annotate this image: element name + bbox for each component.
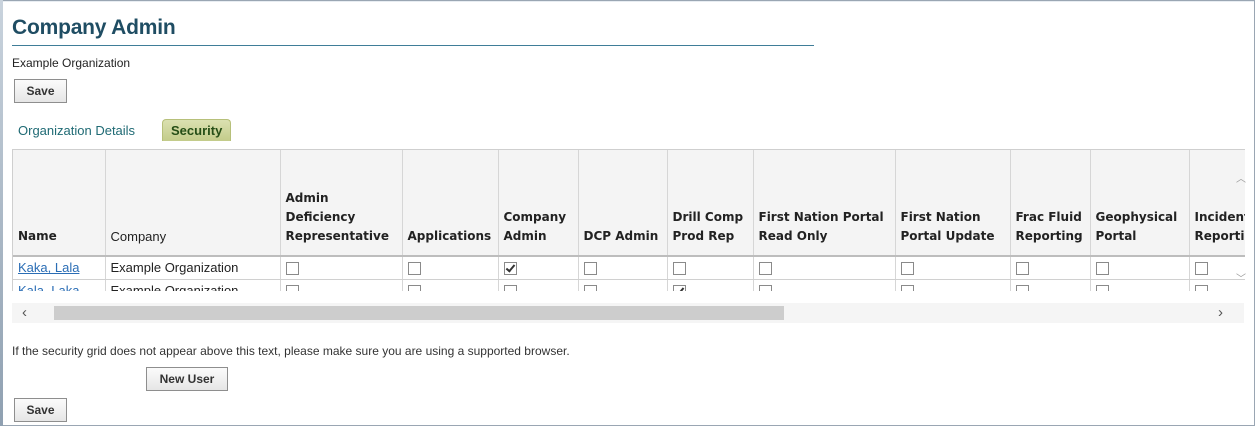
table-row: Kala, Laka Example Organization bbox=[13, 279, 1245, 291]
permission-checkbox-dcp-admin[interactable] bbox=[583, 262, 597, 276]
cell-permission bbox=[280, 256, 403, 280]
permission-checkbox-company-admin[interactable] bbox=[503, 262, 517, 276]
cell-permission bbox=[667, 256, 754, 280]
cell-name: Kala, Laka bbox=[13, 279, 106, 291]
permission-checkbox-frac[interactable] bbox=[1015, 285, 1029, 291]
horizontal-scrollbar[interactable]: ‹ › bbox=[12, 303, 1244, 323]
cell-name: Kaka, Lala bbox=[13, 256, 106, 280]
column-header-admin-def: Admin Deficiency Representative bbox=[280, 150, 403, 257]
column-header-company: Company bbox=[105, 150, 281, 257]
cell-permission bbox=[1010, 279, 1091, 291]
column-header-fn-update: First Nation Portal Update bbox=[895, 150, 1011, 257]
permission-checkbox-fn-update[interactable] bbox=[900, 285, 914, 291]
permission-checkbox-incident[interactable] bbox=[1194, 285, 1208, 291]
user-name-link[interactable]: Kala, Laka bbox=[18, 283, 79, 291]
grid-header-row: Name Company Admin Deficiency Representati… bbox=[13, 150, 1245, 257]
cell-permission bbox=[895, 256, 1011, 280]
permission-checkbox-fn-read[interactable] bbox=[758, 285, 772, 291]
cell-permission bbox=[1090, 256, 1190, 280]
permission-checkbox-drill-comp[interactable] bbox=[672, 262, 686, 276]
tab-organization-details[interactable]: Organization Details bbox=[18, 119, 135, 141]
permission-checkbox-incident[interactable] bbox=[1194, 262, 1208, 276]
permission-checkbox-fn-read[interactable] bbox=[758, 262, 772, 276]
column-header-fn-read: First Nation Portal Read Only bbox=[753, 150, 896, 257]
permission-checkbox-frac[interactable] bbox=[1015, 262, 1029, 276]
permission-checkbox-admin-def[interactable] bbox=[285, 285, 299, 291]
save-button-top[interactable]: Save bbox=[14, 79, 67, 103]
column-header-company-admin: Company Admin bbox=[498, 150, 579, 257]
chevron-right-icon[interactable]: › bbox=[1218, 304, 1223, 321]
column-header-geo: Geophysical Portal bbox=[1090, 150, 1190, 257]
cell-permission bbox=[578, 256, 668, 280]
column-header-name: Name bbox=[13, 150, 106, 257]
page-title: Company Admin bbox=[12, 16, 176, 39]
cell-permission bbox=[498, 256, 579, 280]
window-edge bbox=[0, 0, 3, 426]
cell-permission bbox=[895, 279, 1011, 291]
cell-permission bbox=[578, 279, 668, 291]
table-row: Kaka, Lala Example Organization bbox=[13, 256, 1245, 280]
scrollbar-thumb[interactable] bbox=[54, 306, 784, 320]
permission-checkbox-applications[interactable] bbox=[407, 262, 421, 276]
tab-security[interactable]: Security bbox=[162, 119, 232, 141]
title-divider bbox=[12, 45, 814, 46]
cell-permission bbox=[667, 279, 754, 291]
organization-name: Example Organization bbox=[12, 56, 131, 70]
permission-checkbox-geo[interactable] bbox=[1095, 285, 1109, 291]
cell-permission bbox=[753, 279, 896, 291]
user-name-link[interactable]: Kaka, Lala bbox=[18, 260, 79, 275]
browser-support-note: If the security grid does not appear abo… bbox=[12, 344, 570, 358]
vertical-scrollbar[interactable]: ︿ ﹀ bbox=[1236, 170, 1246, 285]
permission-checkbox-geo[interactable] bbox=[1095, 262, 1109, 276]
column-header-frac: Frac Fluid Reporting bbox=[1010, 150, 1091, 257]
cell-permission bbox=[753, 256, 896, 280]
chevron-up-icon[interactable]: ︿ bbox=[1236, 170, 1246, 185]
new-user-button[interactable]: New User bbox=[146, 367, 228, 391]
cell-permission bbox=[280, 279, 403, 291]
permission-checkbox-company-admin[interactable] bbox=[503, 285, 517, 291]
cell-permission bbox=[498, 279, 579, 291]
permission-checkbox-drill-comp[interactable] bbox=[672, 285, 686, 291]
permission-checkbox-dcp-admin[interactable] bbox=[583, 285, 597, 291]
chevron-left-icon[interactable]: ‹ bbox=[22, 304, 27, 321]
grid-body: Kaka, Lala Example Organization Kala, Laka… bbox=[13, 256, 1245, 291]
cell-company: Example Organization bbox=[105, 256, 281, 280]
column-header-dcp-admin: DCP Admin bbox=[578, 150, 668, 257]
cell-company: Example Organization bbox=[105, 279, 281, 291]
cell-permission bbox=[1090, 279, 1190, 291]
cell-permission bbox=[402, 256, 499, 280]
permission-checkbox-fn-update[interactable] bbox=[900, 262, 914, 276]
security-table: Name Company Admin Deficiency Representati… bbox=[13, 150, 1245, 291]
column-header-applications: Applications bbox=[402, 150, 499, 257]
security-grid: Name Company Admin Deficiency Representati… bbox=[12, 149, 1245, 291]
cell-permission bbox=[402, 279, 499, 291]
permission-checkbox-applications[interactable] bbox=[407, 285, 421, 291]
column-header-drill-comp: Drill Comp Prod Rep bbox=[667, 150, 754, 257]
chevron-down-icon[interactable]: ﹀ bbox=[1236, 270, 1246, 285]
cell-permission bbox=[1010, 256, 1091, 280]
permission-checkbox-admin-def[interactable] bbox=[285, 262, 299, 276]
save-button-bottom[interactable]: Save bbox=[14, 398, 67, 422]
